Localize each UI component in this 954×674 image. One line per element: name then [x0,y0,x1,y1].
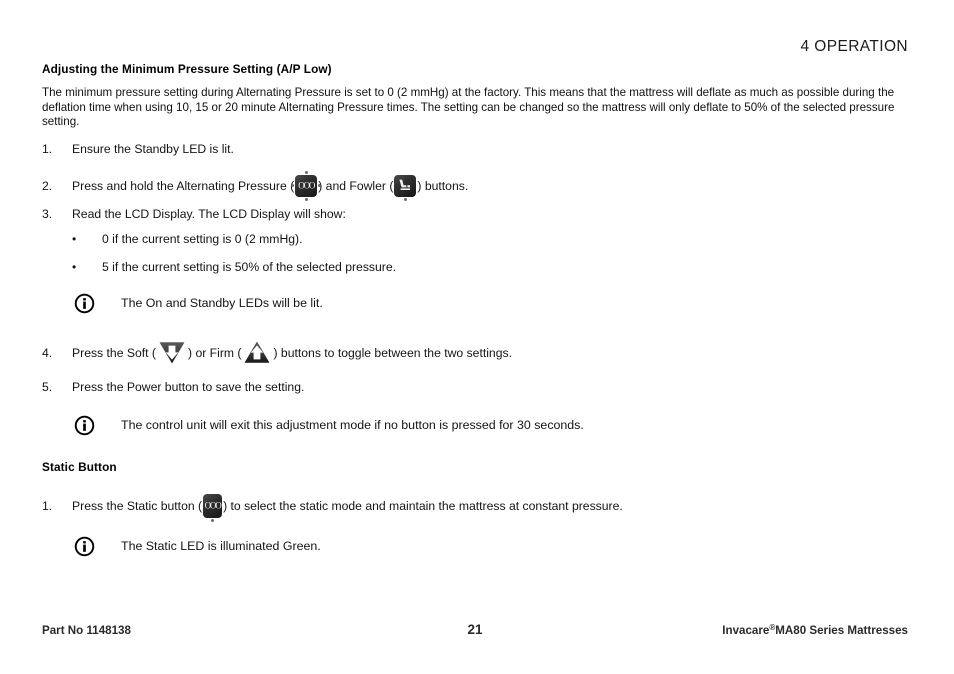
nub-south [403,197,407,201]
step-text-part: ) to select the static mode and maintain… [223,498,623,513]
step-text: Press the Static button ( OOO ) to selec… [72,493,912,522]
step-number: 1. [42,498,53,513]
section-title-ap-low: Adjusting the Minimum Pressure Setting (… [42,62,332,76]
fowler-chair-glyph [399,179,411,190]
step-text: Press the Soft ( ) or Firm () buttons t… [72,340,912,365]
page-footer: Part No 1148138 21 Invacare®MA80 Series … [42,622,908,637]
note-block: The Static LED is illuminated Green. [42,536,912,557]
step-text: Press the Power button to save the setti… [72,379,305,394]
footer-page-number: 21 [467,622,483,637]
section-title-static-button: Static Button [42,459,117,474]
list-item: 1. Press the Static button ( OOO ) to se… [42,493,912,522]
step-text: Ensure the Standby LED is lit. [72,141,234,156]
list-item: 4. Press the Soft ( ) or Firm () button… [42,340,912,365]
step-text-part: ) or Firm ( [188,345,242,360]
document-page: 4 OPERATION Adjusting the Minimum Pressu… [0,0,954,674]
info-icon [74,293,95,314]
step-text-part: Press the Soft ( [72,345,156,360]
step-text: Read the LCD Display. The LCD Display wi… [72,206,346,221]
list-item: 5. Press the Power button to save the se… [42,379,912,395]
page-content: Adjusting the Minimum Pressure Setting (… [42,62,912,571]
footer-product-line: Invacare®MA80 Series Mattresses [608,623,908,637]
list-item: • 0 if the current setting is 0 (2 mmHg)… [42,231,912,247]
page-header-chapter: 4 OPERATION [800,38,908,55]
note-text: The On and Standby LEDs will be lit. [121,296,323,311]
static-glyph: OOO [204,500,222,511]
alternating-pressure-glyph: OOO [298,180,315,191]
list-item: • 5 if the current setting is 50% of the… [42,259,912,275]
info-icon [74,415,95,436]
info-icon [74,536,95,557]
alternating-pressure-button-icon: OOO [291,170,322,201]
footer-product: MA80 Series Mattresses [775,624,908,637]
note-block: The On and Standby LEDs will be lit. [42,293,912,314]
bullet-marker: • [72,259,77,274]
step-text-part: ) and Fowler ( [318,178,394,193]
soft-button-icon [159,341,185,364]
footer-brand: Invacare [722,624,770,637]
note-text: The Static LED is illuminated Green. [121,539,321,554]
note-text: The control unit will exit this adjustme… [121,418,584,433]
bullet-marker: • [72,231,77,246]
step-text: Press and hold the Alternating Pressure … [72,170,912,201]
list-item: 1. Ensure the Standby LED is lit. [42,141,912,157]
note-block: The control unit will exit this adjustme… [42,415,912,436]
step-text-part: Press the Static button ( [72,498,203,513]
section-paragraph-ap-low: The minimum pressure setting during Alte… [42,86,895,129]
list-item: 2. Press and hold the Alternating Pressu… [42,170,912,201]
bullet-text: 5 if the current setting is 50% of the s… [102,259,397,274]
step-number: 2. [42,178,53,193]
firm-button-icon [244,341,270,363]
nub-south [211,518,215,522]
fowler-button-icon [394,174,417,201]
nub-south [304,197,308,201]
step-number: 4. [42,345,53,360]
footer-part-number: Part No 1148138 [42,624,131,637]
step-number: 1. [42,141,53,156]
list-item: 3. Read the LCD Display. The LCD Display… [42,206,912,222]
step-text-part: Press and hold the Alternating Pressure … [72,178,295,193]
step-number: 5. [42,379,53,394]
bullet-text: 0 if the current setting is 0 (2 mmHg). [102,231,303,246]
nub-north [304,170,308,174]
step-text-part: ) buttons. [417,178,469,193]
step-text-part: ) buttons to toggle between the two sett… [273,345,512,360]
static-button-icon: OOO [203,493,223,522]
step-number: 3. [42,206,53,221]
